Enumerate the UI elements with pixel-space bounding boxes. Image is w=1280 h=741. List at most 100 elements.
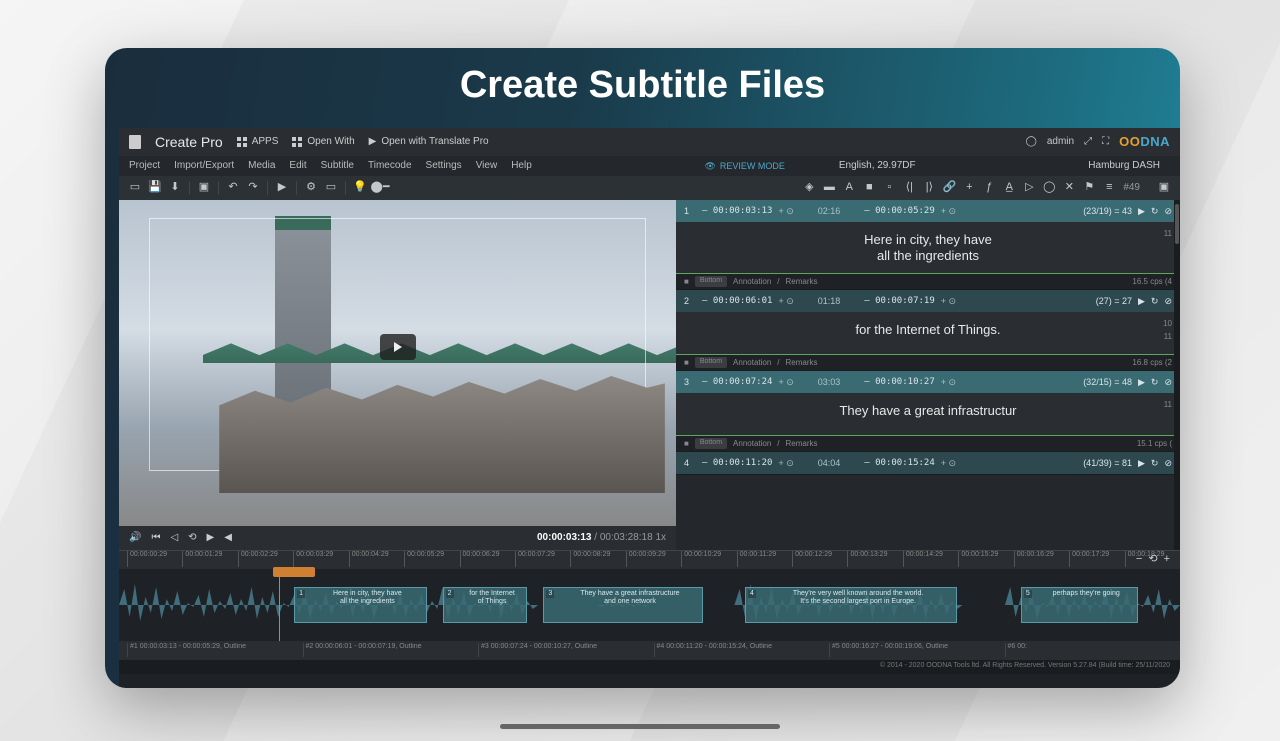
- menu-timecode[interactable]: Timecode: [368, 160, 412, 172]
- screenshot-icon[interactable]: ▣: [198, 182, 210, 194]
- subtitle-list[interactable]: 1 — 00:00:03:13 + ⊙ 02:16 — 00:00:05:29 …: [676, 200, 1180, 550]
- format-icon[interactable]: ■: [863, 182, 875, 194]
- remarks-tab[interactable]: Remarks: [786, 439, 818, 449]
- subtitle-header[interactable]: 3 — 00:00:07:24 + ⊙ 03:03 — 00:00:10:27 …: [676, 371, 1180, 393]
- open-with-button[interactable]: Open With: [292, 136, 354, 148]
- volume-icon[interactable]: 🔊: [129, 532, 141, 544]
- menu-project[interactable]: Project: [129, 160, 160, 172]
- playback-speed[interactable]: 1x: [655, 532, 666, 543]
- expand-icon[interactable]: ⤢: [1084, 136, 1092, 148]
- redo-icon[interactable]: ↷: [247, 182, 259, 194]
- layers-icon[interactable]: ◈: [803, 182, 815, 194]
- remarks-tab[interactable]: Remarks: [786, 358, 818, 368]
- menu-settings[interactable]: Settings: [426, 160, 462, 172]
- check-icon[interactable]: ⊘: [1164, 458, 1172, 469]
- subtitle-row[interactable]: 2 — 00:00:06:01 + ⊙ 01:18 — 00:00:07:19 …: [676, 290, 1180, 371]
- tc-adjust-icon[interactable]: + ⊙: [941, 296, 956, 307]
- subtitle-text[interactable]: Here in city, they have all the ingredie…: [676, 222, 1180, 273]
- tc-adjust-icon[interactable]: + ⊙: [778, 458, 793, 469]
- annotation-tab[interactable]: Annotation: [733, 277, 771, 287]
- save-icon[interactable]: 💾: [149, 182, 161, 194]
- play-transport-icon[interactable]: ▶: [207, 532, 215, 544]
- loop-icon[interactable]: ⟲: [188, 532, 196, 544]
- skip-icon[interactable]: ▷: [1023, 182, 1035, 194]
- menu-help[interactable]: Help: [511, 160, 532, 172]
- play-button[interactable]: [380, 334, 416, 360]
- next-frame-icon[interactable]: ◀: [224, 532, 232, 544]
- fullscreen-icon[interactable]: ⛶: [1102, 136, 1109, 148]
- play-row-icon[interactable]: ▶: [1138, 377, 1145, 388]
- cycle-icon[interactable]: ↻: [1151, 296, 1159, 307]
- subscript-icon[interactable]: ▫: [883, 182, 895, 194]
- bottom-badge[interactable]: Bottom: [695, 276, 727, 286]
- download-icon[interactable]: ⬇: [169, 182, 181, 194]
- annotation-tab[interactable]: Annotation: [733, 439, 771, 449]
- rect-icon[interactable]: ▬: [823, 182, 835, 194]
- open-icon[interactable]: ▭: [129, 182, 141, 194]
- skip-start-icon[interactable]: ⏮: [151, 532, 160, 544]
- check-icon[interactable]: ⊘: [1164, 377, 1172, 388]
- flag-icon[interactable]: ⚑: [1083, 182, 1095, 194]
- window-icon[interactable]: ▭: [325, 182, 337, 194]
- undo-icon[interactable]: ↶: [227, 182, 239, 194]
- timeline-track[interactable]: 1Here in city, they haveall the ingredie…: [119, 569, 1180, 641]
- timeline-block[interactable]: 2for the Internetof Things: [443, 587, 528, 623]
- cycle-icon[interactable]: ↻: [1151, 377, 1159, 388]
- close-x-icon[interactable]: ✕: [1063, 182, 1075, 194]
- timeline-ruler[interactable]: 00:00:00:2900:00:01:2900:00:02:2900:00:0…: [119, 551, 1180, 567]
- subtitle-row[interactable]: 4 — 00:00:11:20 + ⊙ 04:04 — 00:00:15:24 …: [676, 452, 1180, 475]
- menu-import-export[interactable]: Import/Export: [174, 160, 234, 172]
- scrollbar[interactable]: [1174, 200, 1180, 550]
- in-bracket-icon[interactable]: ⟨|: [903, 182, 915, 194]
- review-mode-badge[interactable]: 👁 REVIEW MODE: [704, 161, 784, 172]
- out-bracket-icon[interactable]: |⟩: [923, 182, 935, 194]
- out-timecode[interactable]: — 00:00:07:19: [864, 296, 934, 307]
- in-timecode[interactable]: — 00:00:11:20: [702, 458, 772, 469]
- playhead[interactable]: [279, 569, 280, 641]
- menu-media[interactable]: Media: [248, 160, 275, 172]
- settings-panel-icon[interactable]: ▣: [1158, 182, 1170, 194]
- menu-edit[interactable]: Edit: [289, 160, 306, 172]
- timeline[interactable]: − ⟲ + 00:00:00:2900:00:01:2900:00:02:290…: [119, 550, 1180, 660]
- circle-icon[interactable]: ◯: [1043, 182, 1055, 194]
- subtitle-text[interactable]: for the Internet of Things.10 11: [676, 312, 1180, 354]
- timeline-block[interactable]: 5perhaps they're going: [1021, 587, 1138, 623]
- check-icon[interactable]: ⊘: [1164, 296, 1172, 307]
- toggle-icon[interactable]: ⬤━: [374, 182, 386, 194]
- tc-adjust-icon[interactable]: + ⊙: [778, 377, 793, 388]
- tc-adjust-icon[interactable]: + ⊙: [778, 296, 793, 307]
- subtitle-text[interactable]: They have a great infrastructur11: [676, 393, 1180, 435]
- subtitle-header[interactable]: 2 — 00:00:06:01 + ⊙ 01:18 — 00:00:07:19 …: [676, 290, 1180, 312]
- zoom-in-icon[interactable]: +: [1164, 553, 1170, 566]
- bulb-icon[interactable]: 💡: [354, 182, 366, 194]
- timeline-block[interactable]: 3They have a great infrastructureand one…: [543, 587, 702, 623]
- menu-view[interactable]: View: [476, 160, 498, 172]
- apps-button[interactable]: APPS: [237, 136, 279, 148]
- in-timecode[interactable]: — 00:00:07:24: [702, 377, 772, 388]
- zoom-out-icon[interactable]: −: [1136, 553, 1142, 566]
- in-timecode[interactable]: — 00:00:03:13: [702, 206, 772, 217]
- tc-adjust-icon[interactable]: + ⊙: [941, 458, 956, 469]
- in-timecode[interactable]: — 00:00:06:01: [702, 296, 772, 307]
- bolt-icon[interactable]: ƒ: [983, 182, 995, 194]
- annotation-tab[interactable]: Annotation: [733, 358, 771, 368]
- play-row-icon[interactable]: ▶: [1138, 296, 1145, 307]
- tc-adjust-icon[interactable]: + ⊙: [941, 206, 956, 217]
- check-icon[interactable]: ⊘: [1164, 206, 1172, 217]
- tc-adjust-icon[interactable]: + ⊙: [941, 377, 956, 388]
- out-timecode[interactable]: — 00:00:10:27: [864, 377, 934, 388]
- play-row-icon[interactable]: ▶: [1138, 206, 1145, 217]
- cycle-icon[interactable]: ↻: [1151, 458, 1159, 469]
- gear-icon[interactable]: ⚙: [305, 182, 317, 194]
- timeline-zoom[interactable]: − ⟲ +: [1136, 553, 1170, 566]
- tc-adjust-icon[interactable]: + ⊙: [778, 206, 793, 217]
- open-translate-button[interactable]: ▶Open with Translate Pro: [369, 136, 489, 148]
- video-preview[interactable]: Here in city, they have all the ingredie…: [119, 200, 676, 526]
- list-icon[interactable]: ≡: [1103, 182, 1115, 194]
- font-icon[interactable]: A̲: [1003, 182, 1015, 194]
- language-label[interactable]: English, 29.97DF: [839, 160, 916, 172]
- bottom-badge[interactable]: Bottom: [695, 357, 727, 367]
- cycle-icon[interactable]: ↻: [1151, 206, 1159, 217]
- text-a-icon[interactable]: A: [843, 182, 855, 194]
- menu-subtitle[interactable]: Subtitle: [321, 160, 354, 172]
